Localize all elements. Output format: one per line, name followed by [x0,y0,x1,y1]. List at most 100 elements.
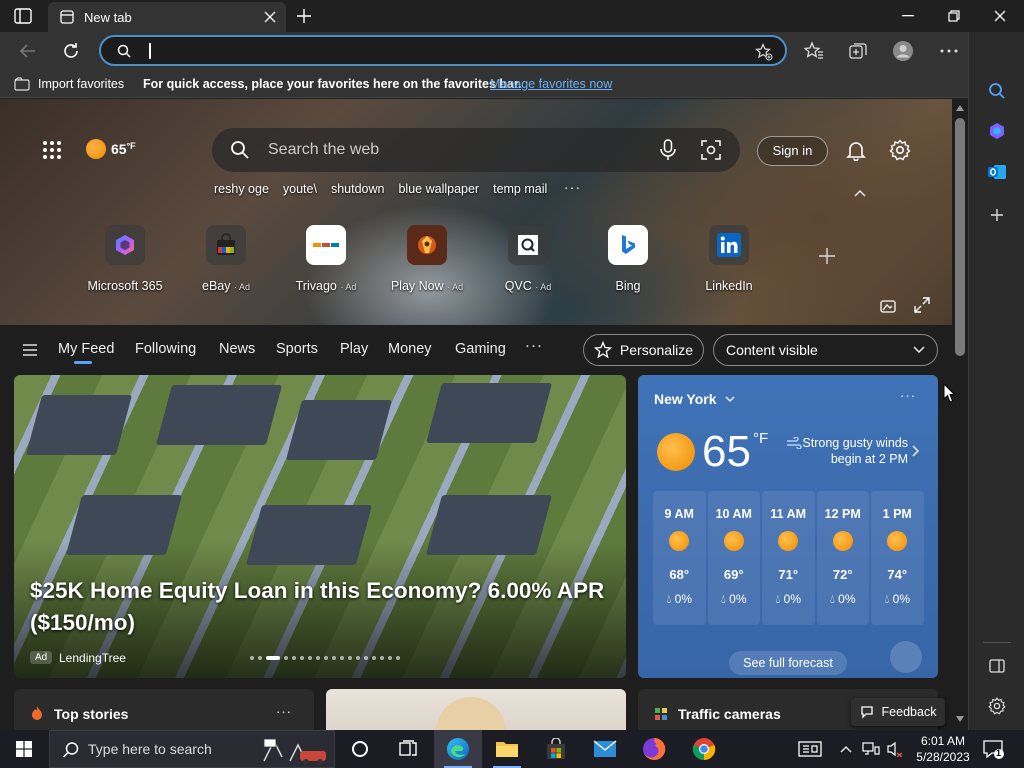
hourly-item[interactable]: 9 AM 68° 💧︎ 0% [653,491,706,625]
scroll-down-arrow-icon[interactable] [956,716,964,722]
scrollbar-thumb[interactable] [955,118,965,356]
quick-link-qvc[interactable]: QVC · Ad [483,225,573,293]
carousel-dot[interactable] [364,656,368,660]
weather-map-icon[interactable] [890,641,922,673]
show-hidden-icons-chevron-icon[interactable] [836,730,856,768]
top-stories-card[interactable]: Top stories ··· [14,689,314,730]
carousel-dot[interactable] [250,656,254,660]
file-explorer-icon[interactable] [483,730,531,768]
weather-more-options-icon[interactable]: ··· [900,388,916,403]
quick-link-linkedin[interactable]: LinkedIn [684,225,774,293]
address-bar[interactable] [99,35,787,66]
edge-taskbar-icon[interactable] [434,730,482,768]
cortana-icon[interactable] [336,730,384,768]
recent-search-item[interactable]: blue wallpaper [398,182,479,196]
hourly-item[interactable]: 12 PM 72° 💧︎ 0% [816,491,869,625]
featured-ad-card[interactable]: $25K Home Equity Loan in this Economy? 6… [14,375,626,678]
top-stories-more-icon[interactable]: ··· [276,704,292,719]
hamburger-menu-icon[interactable] [22,343,38,357]
volume-muted-icon[interactable] [884,730,906,768]
add-quick-link-plus-icon[interactable] [818,247,836,265]
expand-image-icon[interactable] [914,297,930,313]
hide-sidebar-icon[interactable] [987,656,1007,676]
carousel-dot[interactable] [258,656,262,660]
add-sidebar-app-plus-icon[interactable] [987,205,1007,225]
close-window-button[interactable] [977,0,1023,32]
back-arrow-icon[interactable] [19,42,37,60]
news-image-card[interactable] [326,689,626,730]
tab-new-tab[interactable]: New tab [48,2,286,32]
carousel-dot[interactable] [388,656,392,660]
recent-search-item[interactable]: temp mail [493,182,547,196]
see-full-forecast-button[interactable]: See full forecast [729,651,847,675]
carousel-dot[interactable] [324,656,328,660]
firefox-icon[interactable] [630,730,678,768]
collections-icon[interactable] [847,40,869,62]
carousel-dot[interactable] [380,656,384,660]
task-view-icon[interactable] [384,730,432,768]
new-tab-plus-icon[interactable] [296,8,312,24]
mail-icon[interactable] [581,730,629,768]
featured-headline[interactable]: $25K Home Equity Loan in this Economy? 6… [30,575,620,639]
action-center-icon[interactable]: 1 [982,739,1004,759]
carousel-dot[interactable] [316,656,320,660]
more-tabs-icon[interactable]: ··· [525,337,543,354]
app-launcher-icon[interactable] [42,140,62,160]
network-icon[interactable] [860,730,882,768]
collapse-chevron-icon[interactable] [854,189,866,197]
tab-money[interactable]: Money [388,341,432,357]
taskbar-search-box[interactable]: Type here to search [49,730,335,768]
page-scrollbar[interactable] [952,99,968,730]
quick-link-bing[interactable]: Bing [583,225,673,293]
tab-gaming[interactable]: Gaming [455,341,506,357]
recent-searches-more-icon[interactable]: ··· [564,179,581,195]
carousel-dot[interactable] [348,656,352,660]
refresh-icon[interactable] [62,42,80,60]
minimize-button[interactable] [885,0,931,32]
recent-search-item[interactable]: youte\ [283,182,317,196]
feedback-button[interactable]: Feedback [851,698,945,726]
web-search-box[interactable]: Search the web [212,128,740,172]
microsoft-store-icon[interactable] [532,730,580,768]
quick-link-ebay[interactable]: eBay · Ad [181,225,271,293]
hourly-item[interactable]: 1 PM 74° 💧︎ 0% [871,491,924,625]
copilot-icon[interactable] [987,121,1007,141]
quick-link-trivago[interactable]: Trivago · Ad [281,225,371,293]
favorites-icon[interactable] [803,40,825,62]
sign-in-button[interactable]: Sign in [757,136,828,166]
microphone-icon[interactable] [658,139,678,161]
tab-sports[interactable]: Sports [276,341,318,357]
carousel-dot[interactable] [292,656,296,660]
carousel-dot[interactable] [396,656,400,660]
tab-following[interactable]: Following [135,341,196,357]
carousel-dot[interactable] [356,656,360,660]
carousel-dot[interactable] [340,656,344,660]
content-visibility-dropdown[interactable]: Content visible [713,334,938,366]
weather-location-selector[interactable]: New York [654,391,735,407]
close-tab-icon[interactable] [264,11,276,23]
page-settings-gear-icon[interactable] [889,139,911,161]
carousel-dot[interactable] [300,656,304,660]
hourly-item[interactable]: 10 AM 69° 💧︎ 0% [707,491,760,625]
restore-button[interactable] [931,0,977,32]
carousel-dot[interactable] [332,656,336,660]
carousel-dot[interactable] [284,656,288,660]
scroll-up-arrow-icon[interactable] [956,105,964,111]
carousel-dot[interactable] [372,656,376,660]
quick-link-play-now[interactable]: Play Now · Ad [382,225,472,293]
tab-my-feed[interactable]: My Feed [58,341,114,357]
weather-card[interactable]: New York ··· 65 °F Strong gusty winds be… [638,375,938,678]
news-and-interests-icon[interactable] [796,730,824,768]
hourly-item[interactable]: 11 AM 71° 💧︎ 0% [762,491,815,625]
quick-link-microsoft-365[interactable]: Microsoft 365 [80,225,170,293]
manage-favorites-link[interactable]: Manage favorites now [490,77,612,91]
start-button[interactable] [0,730,48,768]
sidebar-settings-gear-icon[interactable] [987,696,1007,716]
recent-search-item[interactable]: reshy oge [214,182,269,196]
tab-play[interactable]: Play [340,341,368,357]
personalize-button[interactable]: Personalize [583,334,704,366]
carousel-dot[interactable] [308,656,312,660]
edit-background-icon[interactable] [880,298,896,314]
chrome-icon[interactable] [680,730,728,768]
profile-avatar-icon[interactable] [892,40,914,62]
